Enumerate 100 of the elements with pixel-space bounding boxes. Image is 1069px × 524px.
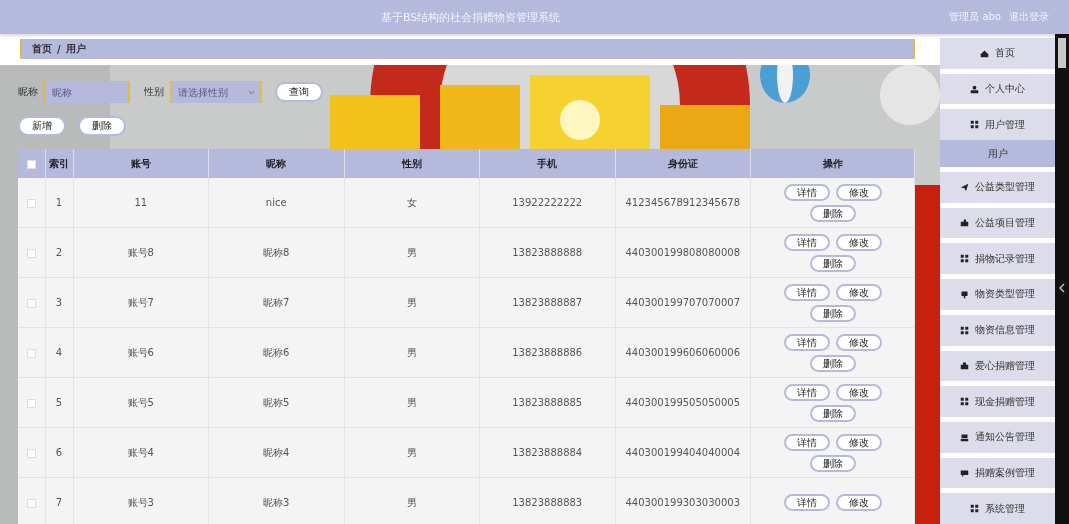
sidebar-item[interactable]: 用户管理 (940, 109, 1055, 141)
table-cell: 7 (45, 477, 73, 524)
table-cell: 账号3 (73, 477, 209, 524)
details-button[interactable]: 详情 (783, 333, 830, 351)
table-cell: 13823888884 (479, 427, 615, 478)
table-cell: 昵称3 (208, 477, 344, 524)
briefcase-icon (960, 361, 969, 371)
row-checkbox[interactable] (26, 448, 36, 458)
home-icon (980, 48, 989, 58)
table-cell: 13823888883 (479, 477, 615, 524)
table-cell: 440300199505050005 (615, 377, 751, 428)
details-button[interactable]: 详情 (783, 383, 830, 401)
details-button[interactable]: 详情 (783, 183, 830, 201)
building-icon (960, 218, 969, 228)
delete-button[interactable]: 删除 (809, 404, 856, 422)
sidebar-item[interactable]: 系统管理 (940, 493, 1055, 524)
table-cell: 账号6 (73, 327, 209, 378)
sidebar-item[interactable]: 首页 (940, 38, 1055, 69)
breadcrumb-separator: / (57, 43, 61, 55)
dropdown-caret-icon (248, 89, 255, 95)
edit-button[interactable]: 修改 (835, 383, 882, 401)
table-cell: 440300199606060006 (615, 327, 751, 378)
table-cell: 13823888887 (479, 277, 615, 328)
delete-button[interactable]: 删除 (809, 254, 856, 272)
table-cell: 男 (344, 477, 480, 524)
grid-icon (960, 254, 969, 264)
plane-icon (960, 182, 969, 192)
details-button[interactable]: 详情 (783, 283, 830, 301)
collapse-icon[interactable] (1058, 283, 1066, 293)
table-cell: 2 (45, 227, 73, 278)
delete-button[interactable]: 删除 (809, 304, 856, 322)
delete-button[interactable]: 删除 (809, 454, 856, 472)
table-cell: 412345678912345678 (615, 178, 751, 228)
sidebar-item[interactable]: 公益类型管理 (940, 171, 1055, 203)
sidebar-item[interactable]: 通知公告管理 (940, 421, 1055, 453)
column-header: 索引 (45, 149, 73, 178)
row-checkbox[interactable] (26, 348, 36, 358)
scrollbar-thumb[interactable] (1058, 38, 1066, 68)
add-button[interactable]: 新增 (18, 116, 66, 136)
table-cell: 3 (45, 277, 73, 328)
delete-button[interactable]: 删除 (809, 354, 856, 372)
row-checkbox[interactable] (26, 398, 36, 408)
row-checkbox[interactable] (26, 298, 36, 308)
sidebar-item[interactable]: 捐赠案例管理 (940, 457, 1055, 489)
row-checkbox[interactable] (26, 248, 36, 258)
sidebar-subitem[interactable]: 用户 (940, 140, 1055, 167)
edit-button[interactable]: 修改 (835, 333, 882, 351)
row-checkbox[interactable] (26, 498, 36, 508)
edit-button[interactable]: 修改 (835, 183, 882, 201)
grid-icon (960, 397, 969, 407)
sidebar-item[interactable]: 公益项目管理 (940, 207, 1055, 239)
sidebar-item[interactable]: 个人中心 (940, 73, 1055, 105)
table-cell: 昵称8 (208, 227, 344, 278)
column-header: 昵称 (208, 149, 344, 178)
column-header: 性别 (344, 149, 480, 178)
table-cell: 女 (344, 178, 480, 228)
monitor-icon (960, 432, 969, 442)
breadcrumb-link[interactable]: 用户 (65, 42, 86, 56)
table-cell: 13922222222 (479, 178, 615, 228)
edit-button[interactable]: 修改 (835, 494, 882, 511)
nickname-field[interactable]: 昵称 (44, 81, 130, 103)
table-cell: 账号8 (73, 227, 209, 278)
sidebar-item[interactable]: 物资类型管理 (940, 279, 1055, 310)
column-header: 身份证 (615, 149, 751, 178)
delete-button[interactable]: 删除 (809, 204, 856, 222)
table-cell: 13823888885 (479, 377, 615, 428)
select-all-checkbox[interactable] (26, 159, 36, 169)
sidebar-item[interactable]: 爱心捐赠管理 (940, 350, 1055, 382)
breadcrumb-link[interactable]: 首页 (32, 42, 52, 56)
edit-button[interactable]: 修改 (835, 283, 882, 301)
edit-button[interactable]: 修改 (835, 233, 882, 251)
grid-icon (970, 120, 979, 130)
delete-button[interactable]: 删除 (78, 116, 126, 136)
table-cell: 昵称7 (208, 277, 344, 328)
column-header: 账号 (73, 149, 209, 178)
table-cell: 男 (344, 327, 480, 378)
details-button[interactable]: 详情 (783, 233, 830, 251)
table-cell: 男 (344, 277, 480, 328)
table-cell: 昵称4 (208, 427, 344, 478)
table-cell: 昵称6 (208, 327, 344, 378)
sidebar-item[interactable]: 物资信息管理 (940, 314, 1055, 346)
sidebar-item[interactable]: 现金捐赠管理 (940, 386, 1055, 417)
table-cell: 男 (344, 377, 480, 428)
details-button[interactable]: 详情 (783, 494, 830, 511)
edit-button[interactable]: 修改 (835, 433, 882, 451)
table-cell: 账号4 (73, 427, 209, 478)
column-header: 手机 (479, 149, 615, 178)
table-cell: 440300199404040004 (615, 427, 751, 478)
table-cell: 440300199808080008 (615, 227, 751, 278)
details-button[interactable]: 详情 (783, 433, 830, 451)
table-cell: 13823888888 (479, 227, 615, 278)
table-cell: 6 (45, 427, 73, 478)
row-checkbox[interactable] (26, 198, 36, 208)
sidebar-item[interactable]: 捐物记录管理 (940, 243, 1055, 275)
table-cell: 440300199707070007 (615, 277, 751, 328)
gender-select[interactable]: 请选择性别 (170, 81, 262, 103)
grid-icon (970, 504, 979, 514)
search-button[interactable]: 查询 (275, 82, 323, 102)
chat-icon (960, 468, 969, 478)
table-cell: 账号5 (73, 377, 209, 428)
